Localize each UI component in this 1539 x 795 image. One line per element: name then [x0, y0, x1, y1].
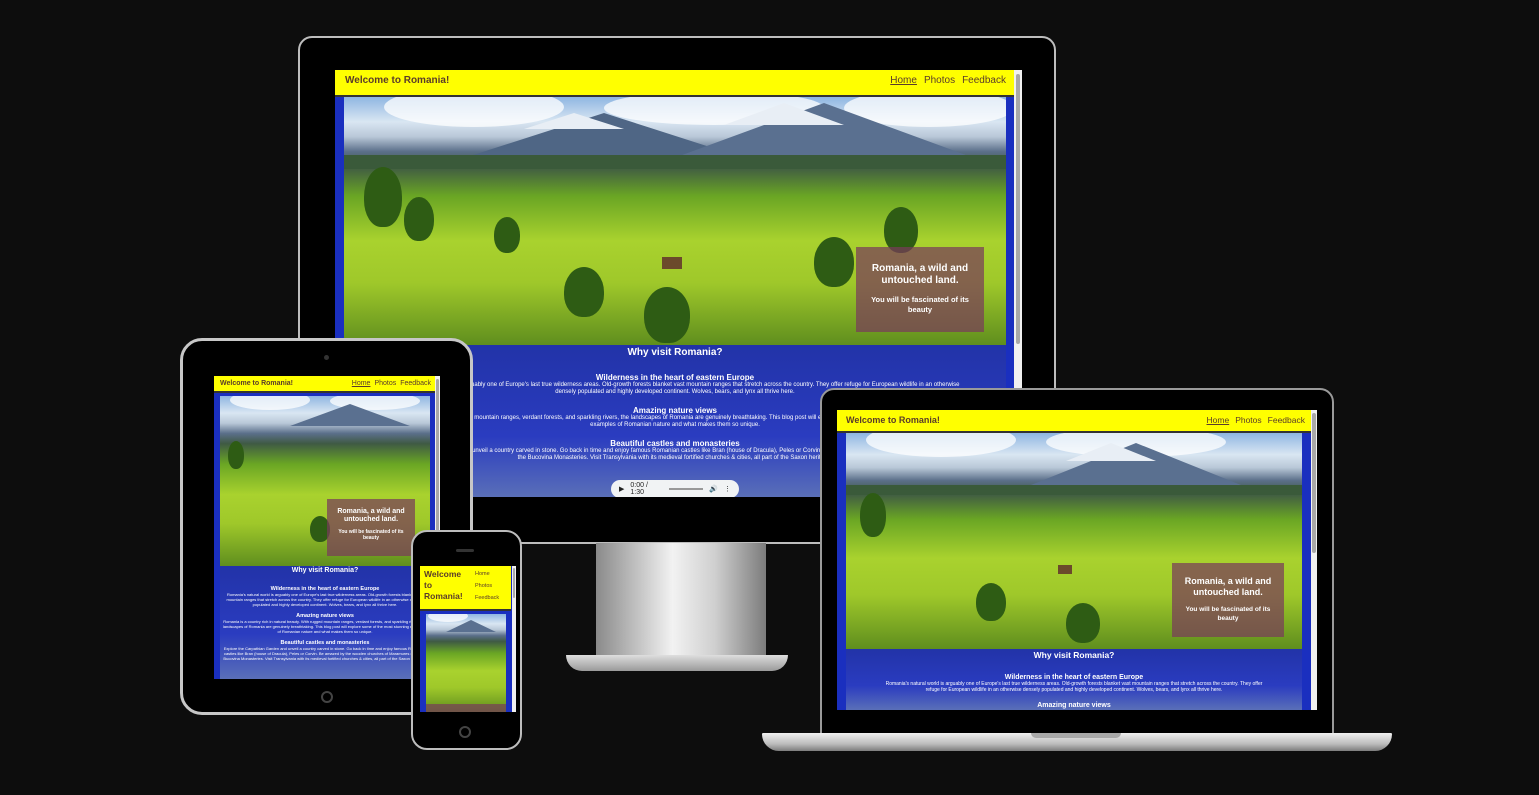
phone-speaker: [456, 549, 474, 552]
hero-subheading: You will be fascinated of its beauty: [871, 295, 969, 314]
audio-time: 0:00 / 1:30: [630, 482, 648, 496]
nav-home[interactable]: Home: [890, 75, 917, 86]
play-icon[interactable]: ▶: [619, 485, 624, 493]
hero-card: Romania, a wild and untouched land. You …: [856, 247, 984, 332]
tablet-camera: [324, 355, 329, 360]
site-header: Welcome to Romania! Home Photos Feedback: [335, 70, 1014, 97]
phone-home-button[interactable]: [459, 726, 471, 738]
hero-image: Romania, a wild and untouched land. You …: [344, 97, 1006, 345]
tablet-screen: Welcome to Romania! Home Photos Feedback…: [214, 376, 440, 679]
hero-heading: Romania, a wild and untouched land.: [871, 263, 969, 286]
main-nav: Home Photos Feedback: [890, 75, 1006, 86]
audio-seek-bar[interactable]: [669, 488, 704, 490]
audio-player[interactable]: ▶ 0:00 / 1:30 🔊 ⋮: [611, 480, 739, 497]
tablet-home-button[interactable]: [321, 691, 333, 703]
nav-photos[interactable]: Photos: [924, 75, 955, 86]
phone-screen: Welcome to Romania! Home Photos Feedback: [420, 566, 516, 712]
site-title: Welcome to Romania!: [345, 75, 450, 86]
volume-icon[interactable]: 🔊: [709, 485, 718, 493]
laptop-screen: Welcome to Romania! Home Photos Feedback…: [837, 410, 1317, 710]
more-options-icon[interactable]: ⋮: [724, 485, 731, 493]
monitor-stand-neck: [596, 543, 766, 658]
nav-feedback[interactable]: Feedback: [962, 75, 1006, 86]
monitor-stand-base: [566, 655, 788, 671]
laptop-notch: [1031, 733, 1121, 738]
